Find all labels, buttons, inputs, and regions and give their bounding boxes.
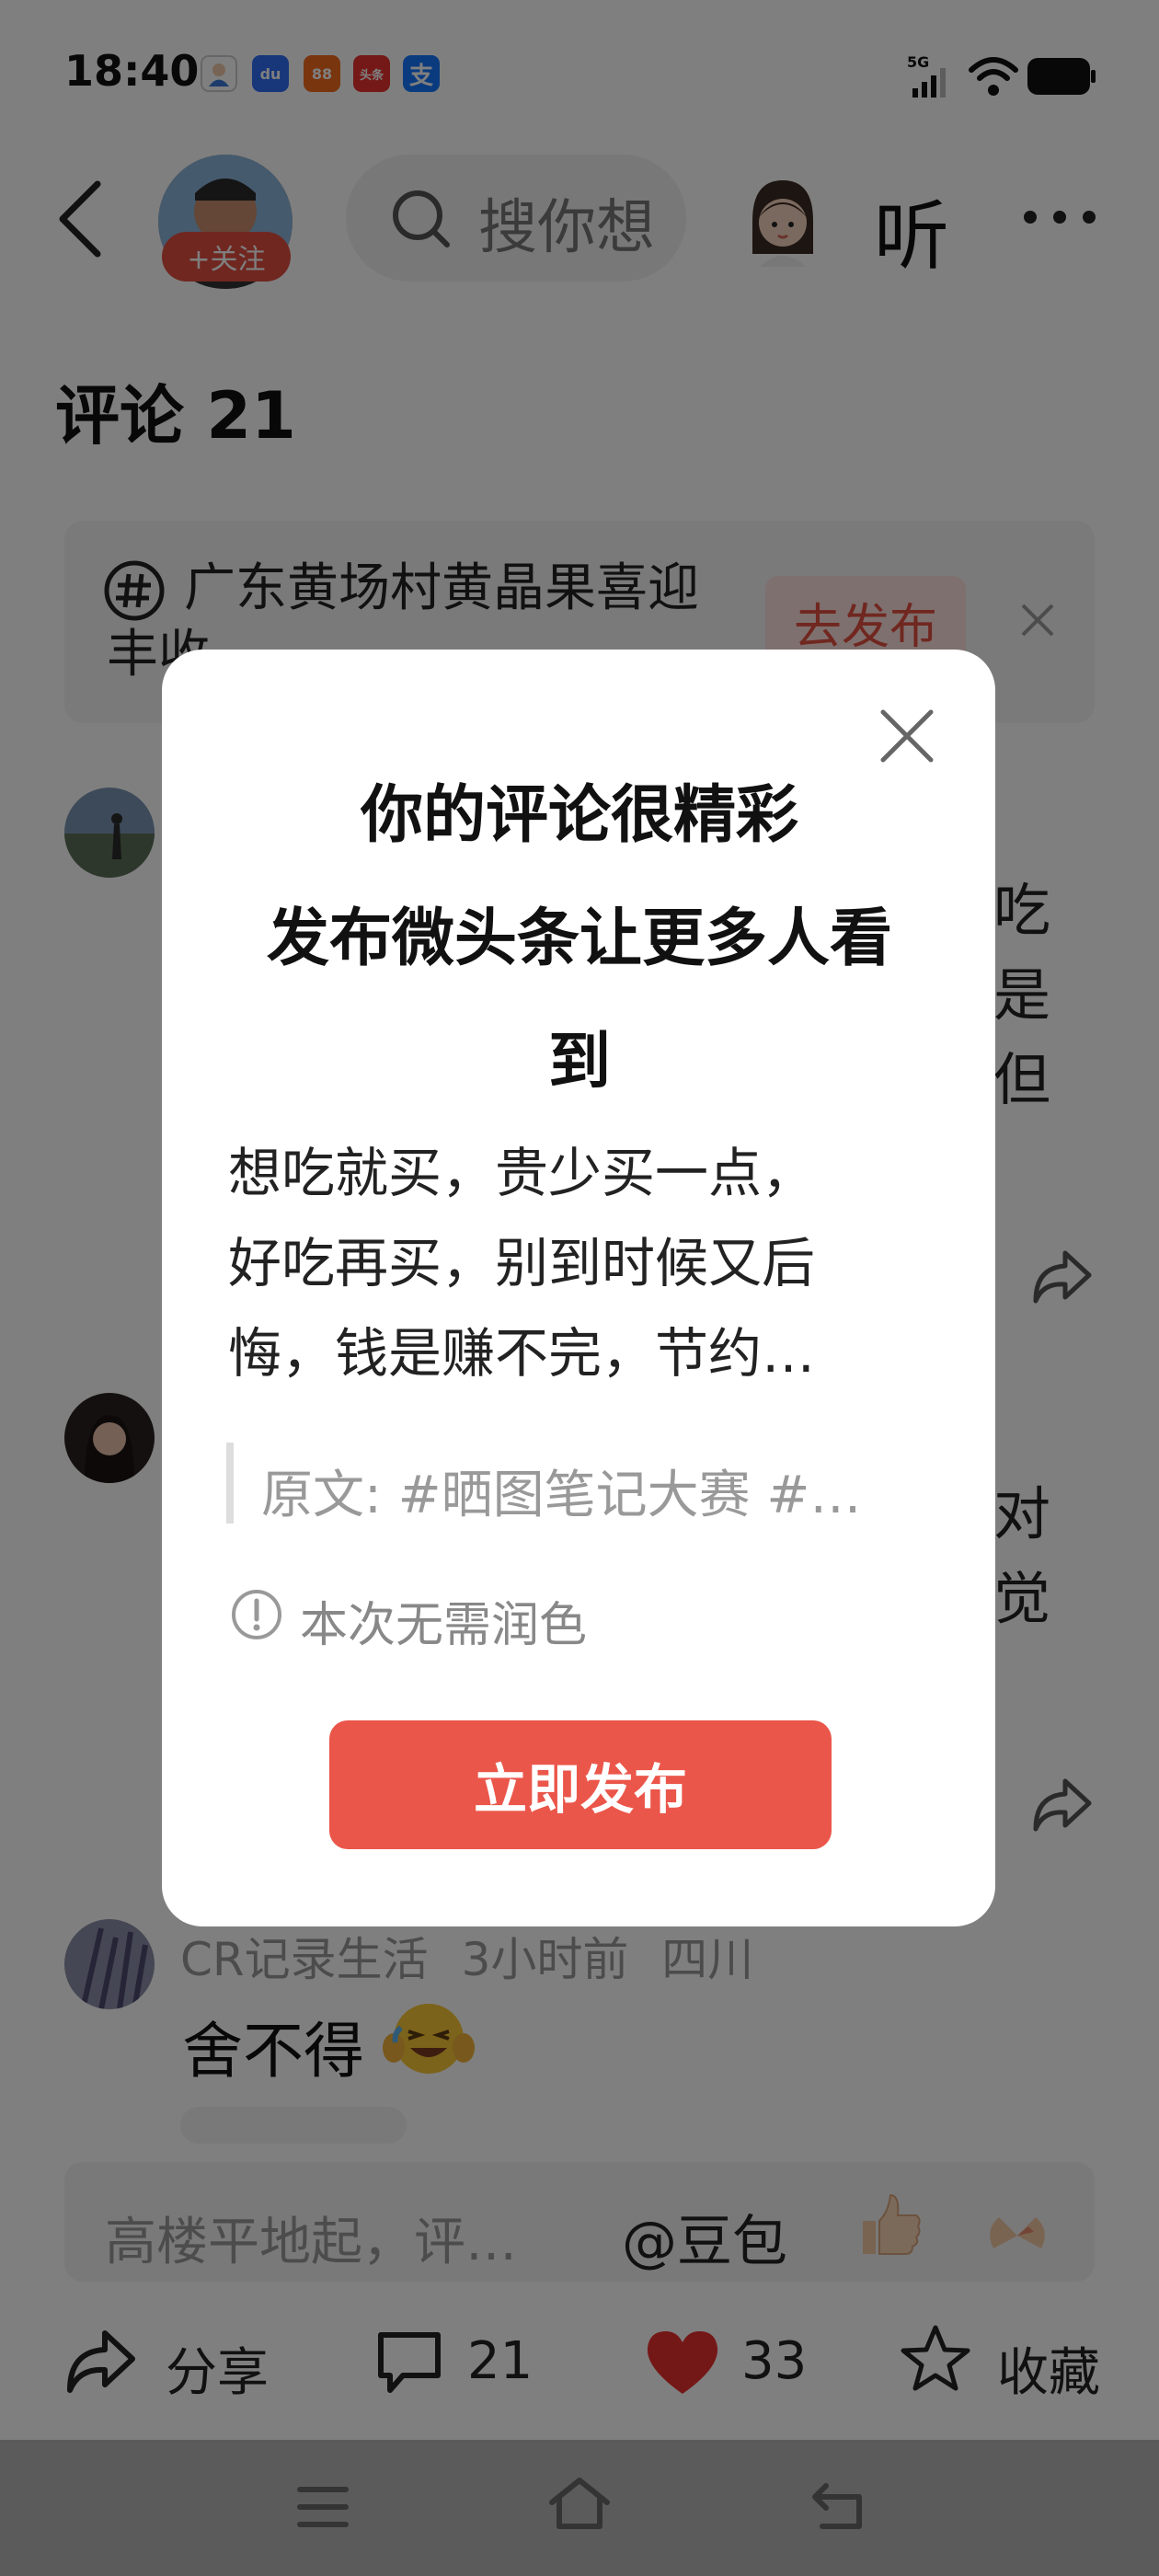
info-icon <box>230 1588 283 1641</box>
quote-bar <box>226 1443 234 1524</box>
original-source-text: 原文: #晒图笔记大赛 #… <box>261 1466 862 1525</box>
dialog-comment-preview: 想吃就买，贵少买一点， 好吃再买，别到时候又后 悔，钱是赚不完，节约… <box>228 1142 816 1385</box>
publish-now-button[interactable]: 立即发布 <box>329 1720 832 1849</box>
dialog-title: 你的评论很精彩 发布微头条让更多人看 到 <box>266 779 892 1098</box>
system-navigation-shade <box>0 2440 1159 2576</box>
polish-note: 本次无需润色 <box>300 1598 588 1653</box>
